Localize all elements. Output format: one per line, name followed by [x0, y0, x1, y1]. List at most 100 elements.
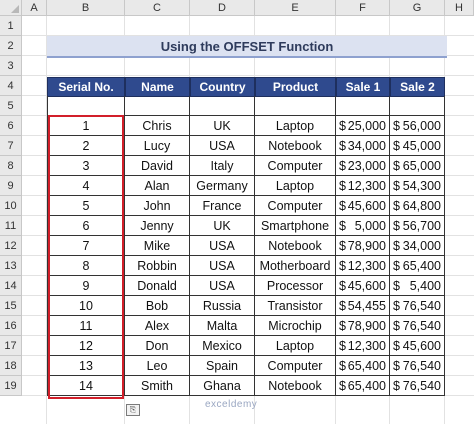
- country-cell[interactable]: Russia: [190, 296, 255, 316]
- row-header[interactable]: 17: [0, 336, 22, 356]
- sale-cell[interactable]: $45,600: [390, 336, 445, 356]
- product-cell[interactable]: Notebook: [255, 236, 336, 256]
- name-cell[interactable]: Robbin: [125, 256, 190, 276]
- country-cell[interactable]: Malta: [190, 316, 255, 336]
- sheet-title[interactable]: Using the OFFSET Function: [47, 36, 447, 58]
- country-cell[interactable]: Ghana: [190, 376, 255, 396]
- row-header[interactable]: 10: [0, 196, 22, 216]
- product-cell[interactable]: Laptop: [255, 116, 336, 136]
- name-cell[interactable]: Lucy: [125, 136, 190, 156]
- serial-cell[interactable]: 1: [47, 116, 125, 136]
- column-title[interactable]: Product: [255, 77, 336, 97]
- row-header[interactable]: 8: [0, 156, 22, 176]
- paste-options-icon[interactable]: ⎘: [126, 404, 140, 416]
- sale-cell[interactable]: $54,455: [336, 296, 390, 316]
- sale-cell[interactable]: $45,000: [390, 136, 445, 156]
- sale-cell[interactable]: $76,540: [390, 356, 445, 376]
- name-cell[interactable]: Smith: [125, 376, 190, 396]
- sale-cell[interactable]: $78,900: [336, 316, 390, 336]
- sale-cell[interactable]: $76,540: [390, 316, 445, 336]
- serial-cell[interactable]: 8: [47, 256, 125, 276]
- sale-cell[interactable]: $5,000: [336, 216, 390, 236]
- table-cell-empty[interactable]: [336, 96, 390, 116]
- name-cell[interactable]: John: [125, 196, 190, 216]
- sale-cell[interactable]: $25,000: [336, 116, 390, 136]
- table-cell-empty[interactable]: [255, 96, 336, 116]
- table-cell-empty[interactable]: [390, 96, 445, 116]
- row-header[interactable]: 2: [0, 36, 22, 56]
- name-cell[interactable]: Leo: [125, 356, 190, 376]
- column-header[interactable]: D: [190, 0, 255, 16]
- name-cell[interactable]: Donald: [125, 276, 190, 296]
- serial-cell[interactable]: 9: [47, 276, 125, 296]
- serial-cell[interactable]: 11: [47, 316, 125, 336]
- row-header[interactable]: 15: [0, 296, 22, 316]
- row-header[interactable]: 3: [0, 56, 22, 76]
- table-cell-empty[interactable]: [125, 96, 190, 116]
- sale-cell[interactable]: $34,000: [390, 236, 445, 256]
- serial-cell[interactable]: 5: [47, 196, 125, 216]
- column-title[interactable]: Serial No.: [47, 77, 125, 97]
- select-all-button[interactable]: [0, 0, 22, 16]
- product-cell[interactable]: Computer: [255, 356, 336, 376]
- sale-cell[interactable]: $78,900: [336, 236, 390, 256]
- column-title[interactable]: Name: [125, 77, 190, 97]
- sale-cell[interactable]: $34,000: [336, 136, 390, 156]
- product-cell[interactable]: Smartphone: [255, 216, 336, 236]
- column-title[interactable]: Sale 2: [390, 77, 445, 97]
- serial-cell[interactable]: 10: [47, 296, 125, 316]
- name-cell[interactable]: Chris: [125, 116, 190, 136]
- row-header[interactable]: 12: [0, 236, 22, 256]
- sale-cell[interactable]: $56,000: [390, 116, 445, 136]
- row-header[interactable]: 4: [0, 76, 22, 96]
- row-header[interactable]: 9: [0, 176, 22, 196]
- row-header[interactable]: 1: [0, 16, 22, 36]
- row-header[interactable]: 5: [0, 96, 22, 116]
- product-cell[interactable]: Notebook: [255, 376, 336, 396]
- table-cell-empty[interactable]: [47, 96, 125, 116]
- serial-cell[interactable]: 6: [47, 216, 125, 236]
- sale-cell[interactable]: $23,000: [336, 156, 390, 176]
- country-cell[interactable]: USA: [190, 236, 255, 256]
- row-header[interactable]: 6: [0, 116, 22, 136]
- sale-cell[interactable]: $12,300: [336, 336, 390, 356]
- column-header[interactable]: B: [47, 0, 125, 16]
- name-cell[interactable]: Alex: [125, 316, 190, 336]
- serial-cell[interactable]: 4: [47, 176, 125, 196]
- row-header[interactable]: 13: [0, 256, 22, 276]
- product-cell[interactable]: Laptop: [255, 336, 336, 356]
- country-cell[interactable]: Italy: [190, 156, 255, 176]
- sale-cell[interactable]: $54,300: [390, 176, 445, 196]
- sale-cell[interactable]: $65,000: [390, 156, 445, 176]
- country-cell[interactable]: USA: [190, 276, 255, 296]
- product-cell[interactable]: Microchip: [255, 316, 336, 336]
- product-cell[interactable]: Notebook: [255, 136, 336, 156]
- row-header[interactable]: 18: [0, 356, 22, 376]
- serial-cell[interactable]: 7: [47, 236, 125, 256]
- country-cell[interactable]: USA: [190, 256, 255, 276]
- serial-cell[interactable]: 14: [47, 376, 125, 396]
- country-cell[interactable]: Germany: [190, 176, 255, 196]
- product-cell[interactable]: Computer: [255, 156, 336, 176]
- row-header[interactable]: 7: [0, 136, 22, 156]
- row-header[interactable]: 16: [0, 316, 22, 336]
- sale-cell[interactable]: $65,400: [336, 376, 390, 396]
- column-header[interactable]: A: [22, 0, 47, 16]
- sale-cell[interactable]: $45,600: [336, 196, 390, 216]
- row-header[interactable]: 19: [0, 376, 22, 396]
- sale-cell[interactable]: $56,700: [390, 216, 445, 236]
- table-cell-empty[interactable]: [190, 96, 255, 116]
- country-cell[interactable]: USA: [190, 136, 255, 156]
- sale-cell[interactable]: $65,400: [390, 256, 445, 276]
- product-cell[interactable]: Laptop: [255, 176, 336, 196]
- name-cell[interactable]: Jenny: [125, 216, 190, 236]
- column-header[interactable]: F: [336, 0, 390, 16]
- sale-cell[interactable]: $76,540: [390, 376, 445, 396]
- name-cell[interactable]: Alan: [125, 176, 190, 196]
- column-title[interactable]: Country: [190, 77, 255, 97]
- country-cell[interactable]: Spain: [190, 356, 255, 376]
- sale-cell[interactable]: $65,400: [336, 356, 390, 376]
- sale-cell[interactable]: $5,400: [390, 276, 445, 296]
- name-cell[interactable]: Bob: [125, 296, 190, 316]
- product-cell[interactable]: Computer: [255, 196, 336, 216]
